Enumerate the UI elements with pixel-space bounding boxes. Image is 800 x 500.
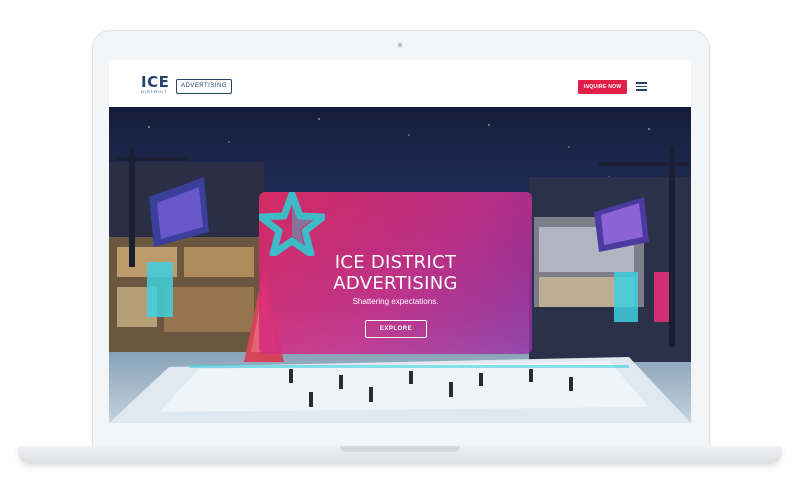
- hero-subtitle: Shattering expectations.: [352, 297, 439, 306]
- advertising-badge[interactable]: ADVERTISING: [176, 79, 232, 94]
- hero-overlay-card: ICE DISTRICT ADVERTISING Shattering expe…: [259, 192, 532, 354]
- explore-button[interactable]: EXPLORE: [365, 320, 427, 338]
- hamburger-icon[interactable]: [636, 82, 647, 91]
- site-header: ICE DISTRICT ADVERTISING INQUIRE NOW: [109, 60, 691, 107]
- hero-title-line1: ICE DISTRICT: [334, 252, 457, 273]
- logo-wordmark: ICE: [141, 73, 170, 91]
- hero-title: ICE DISTRICT ADVERTISING: [259, 252, 532, 294]
- webcam: [398, 43, 402, 47]
- inquire-now-button[interactable]: INQUIRE NOW: [578, 80, 627, 94]
- laptop-screen: ICE DISTRICT ADVERTISING INQUIRE NOW ICE…: [109, 60, 691, 423]
- hero-section: ICE DISTRICT ADVERTISING Shattering expe…: [109, 107, 691, 423]
- hero-title-line2: ADVERTISING: [333, 273, 458, 294]
- laptop-base-notch: [340, 446, 460, 452]
- star-icon: [259, 192, 325, 256]
- logo-subtext: DISTRICT: [141, 89, 168, 94]
- ice-district-logo[interactable]: ICE DISTRICT: [141, 73, 170, 95]
